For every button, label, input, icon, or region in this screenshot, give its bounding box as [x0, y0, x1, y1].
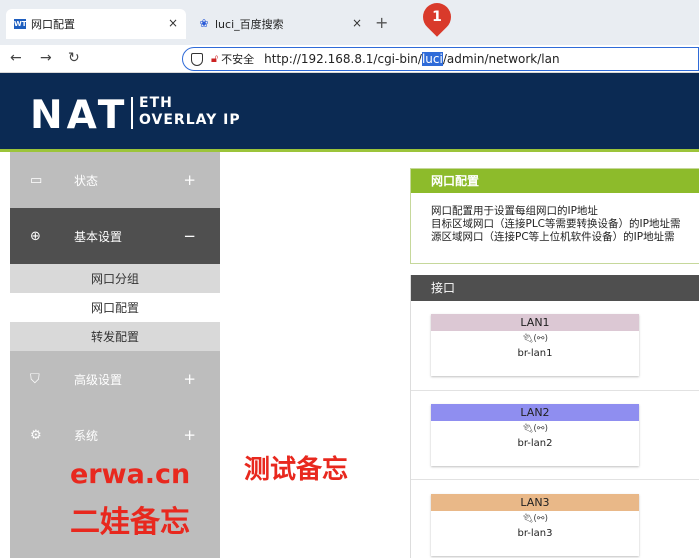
submenu-forward-config[interactable]: 转发配置	[10, 322, 220, 351]
logo-main-text: NAT	[30, 93, 129, 138]
close-tab-icon[interactable]: ×	[168, 16, 178, 30]
memo-watermark: 测试备忘	[244, 455, 349, 485]
annotation-marker: 1	[417, 0, 457, 37]
ethernet-icon: 🔌︎(⚯)	[522, 514, 548, 524]
tab-bar: WT 网口配置 × ❀ luci_百度搜索 × + 1	[0, 0, 699, 45]
watermark-title: 二娃备忘	[70, 505, 190, 540]
ethernet-icon: 🔌︎(⚯)	[522, 334, 548, 344]
insecure-label[interactable]: 不安全	[221, 51, 254, 67]
sidebar-item-advanced-settings[interactable]: ⛉ 高级设置 +	[10, 351, 220, 407]
tab-title: 网口配置	[31, 18, 75, 31]
interface-device: br-lan1	[517, 348, 553, 359]
network-config-panel: 网口配置 网口配置用于设置每组网口的IP地址 目标区域网口（连接PLC等需要转换…	[410, 168, 699, 264]
interface-name: LAN3	[431, 494, 639, 511]
monitor-icon: ▭	[30, 172, 43, 188]
app-header: NAT ETH OVERLAY IP	[0, 73, 699, 149]
interface-device: br-lan2	[517, 438, 553, 449]
expand-icon: +	[183, 171, 196, 189]
insecure-lock-icon[interactable]: 🔓︎	[211, 52, 218, 66]
gear-icon: ⚙	[30, 427, 42, 443]
new-tab-button[interactable]: +	[375, 13, 388, 32]
tab-network-config[interactable]: WT 网口配置 ×	[6, 9, 186, 39]
logo-sub-text: ETH OVERLAY IP	[139, 95, 241, 128]
divider	[411, 390, 699, 391]
forward-arrow-icon[interactable]: →	[40, 50, 52, 66]
tab-title: luci_百度搜索	[215, 18, 284, 31]
submenu-port-group[interactable]: 网口分组	[10, 264, 220, 293]
url-text[interactable]: http://192.168.8.1/cgi-bin/luci/admin/ne…	[264, 52, 560, 66]
globe-icon: ⊕	[30, 228, 41, 244]
shield-icon[interactable]	[191, 52, 203, 66]
address-bar[interactable]: 🔓︎ 不安全 http://192.168.8.1/cgi-bin/luci/a…	[182, 47, 699, 71]
description-line: 源区域网口（连接PC等上位机软件设备）的IP地址需	[431, 231, 675, 243]
submenu-port-config[interactable]: 网口配置	[10, 293, 220, 322]
description-line: 目标区域网口（连接PLC等需要转换设备）的IP地址需	[431, 218, 681, 230]
description-line: 网口配置用于设置每组网口的IP地址	[431, 205, 598, 217]
interface-card-lan3[interactable]: LAN3 🔌︎(⚯) br-lan3	[431, 494, 639, 556]
interface-name: LAN2	[431, 404, 639, 421]
shield-icon: ⛉	[30, 371, 40, 387]
expand-icon: +	[183, 370, 196, 388]
collapse-icon: −	[183, 227, 196, 245]
ethernet-icon: 🔌︎(⚯)	[522, 424, 548, 434]
navigation-bar: ← → ↻ 🔓︎ 不安全 http://192.168.8.1/cgi-bin/…	[0, 45, 699, 73]
interface-card-lan2[interactable]: LAN2 🔌︎(⚯) br-lan2	[431, 404, 639, 466]
interface-card-lan1[interactable]: LAN1 🔌︎(⚯) br-lan1	[431, 314, 639, 376]
watermark-domain: erwa.cn	[70, 459, 191, 490]
sidebar: ▭ 状态 + ⊕ 基本设置 − 网口分组 网口配置 转发配置 ⛉ 高级设置 + …	[10, 152, 220, 558]
close-tab-icon[interactable]: ×	[352, 16, 362, 30]
sidebar-item-status[interactable]: ▭ 状态 +	[10, 152, 220, 208]
reload-icon[interactable]: ↻	[68, 50, 80, 66]
interface-device: br-lan3	[517, 528, 553, 539]
back-arrow-icon[interactable]: ←	[10, 50, 22, 66]
sidebar-item-basic-settings[interactable]: ⊕ 基本设置 −	[10, 208, 220, 264]
interface-name: LAN1	[431, 314, 639, 331]
divider	[411, 479, 699, 480]
interfaces-panel: 接口 LAN1 🔌︎(⚯) br-lan1 LAN2 🔌︎(⚯) br-lan2…	[410, 275, 699, 558]
interfaces-header: 接口	[411, 275, 699, 301]
site-favicon-icon: WT	[14, 19, 27, 29]
expand-icon: +	[183, 426, 196, 444]
sidebar-item-system[interactable]: ⚙ 系统 +	[10, 407, 220, 463]
logo-divider	[131, 97, 133, 129]
paw-icon: ❀	[199, 17, 209, 30]
tab-baidu-search[interactable]: ❀ luci_百度搜索 ×	[190, 9, 370, 39]
panel-title: 网口配置	[411, 169, 699, 193]
